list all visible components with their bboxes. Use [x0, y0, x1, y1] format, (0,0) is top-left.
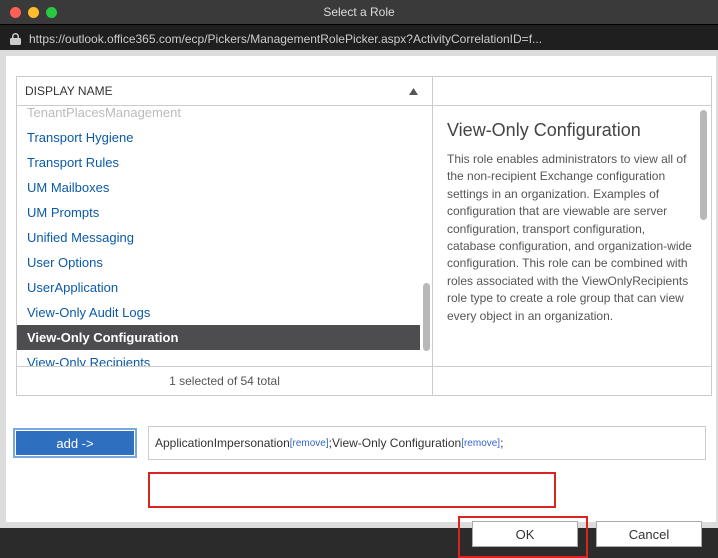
url-text: https://outlook.office365.com/ecp/Picker… — [29, 32, 542, 46]
role-list-item[interactable]: Transport Hygiene — [17, 125, 420, 150]
window-titlebar: Select a Role — [0, 0, 718, 24]
detail-scrollbar-thumb[interactable] — [700, 110, 707, 220]
add-button[interactable]: add -> — [16, 431, 134, 455]
role-list-item[interactable]: UserApplication — [17, 275, 420, 300]
remove-link[interactable]: [remove] — [290, 438, 329, 449]
role-list-item[interactable]: View-Only Recipients — [17, 350, 420, 366]
role-list-item[interactable]: UM Prompts — [17, 200, 420, 225]
role-detail-title: View-Only Configuration — [447, 120, 693, 141]
detail-scrollbar[interactable] — [700, 108, 707, 364]
separator: ; — [500, 436, 503, 450]
annotation-box-selection — [148, 472, 556, 508]
scrollbar[interactable] — [423, 108, 430, 364]
selected-roles-field[interactable]: ApplicationImpersonation [remove]; View-… — [148, 426, 706, 460]
role-list-item[interactable]: UM Mailboxes — [17, 175, 420, 200]
selected-role-name: View-Only Configuration — [332, 436, 461, 450]
role-list-panel: DISPLAY NAME TenantPlacesManagementTrans… — [16, 76, 432, 396]
column-header-display-name[interactable]: DISPLAY NAME — [17, 77, 432, 106]
dialog-backdrop: DISPLAY NAME TenantPlacesManagementTrans… — [0, 50, 718, 528]
role-list-item[interactable]: View-Only Configuration — [17, 325, 420, 350]
sort-ascending-icon — [409, 84, 418, 98]
role-detail-panel: View-Only Configuration This role enable… — [432, 76, 712, 396]
selection-count: 1 selected of 54 total — [17, 366, 432, 395]
role-list-item[interactable]: TenantPlacesManagement — [17, 106, 420, 125]
column-header-label: DISPLAY NAME — [25, 84, 113, 98]
role-list-body: TenantPlacesManagementTransport HygieneT… — [17, 106, 432, 366]
role-picker-dialog: DISPLAY NAME TenantPlacesManagementTrans… — [6, 56, 716, 522]
ok-button[interactable]: OK — [472, 521, 578, 547]
lock-icon — [10, 33, 21, 45]
selected-role-name: ApplicationImpersonation — [155, 436, 290, 450]
detail-header-blank — [433, 77, 711, 106]
role-detail-description: This role enables administrators to view… — [447, 151, 693, 325]
role-list-item[interactable]: Transport Rules — [17, 150, 420, 175]
cancel-button[interactable]: Cancel — [596, 521, 702, 547]
role-list-item[interactable]: View-Only Audit Logs — [17, 300, 420, 325]
role-list-item[interactable]: User Options — [17, 250, 420, 275]
role-list-item[interactable]: Unified Messaging — [17, 225, 420, 250]
remove-link[interactable]: [remove] — [461, 438, 500, 449]
scrollbar-thumb[interactable] — [423, 283, 430, 351]
window-title: Select a Role — [0, 5, 718, 19]
detail-footer-blank — [433, 366, 711, 395]
